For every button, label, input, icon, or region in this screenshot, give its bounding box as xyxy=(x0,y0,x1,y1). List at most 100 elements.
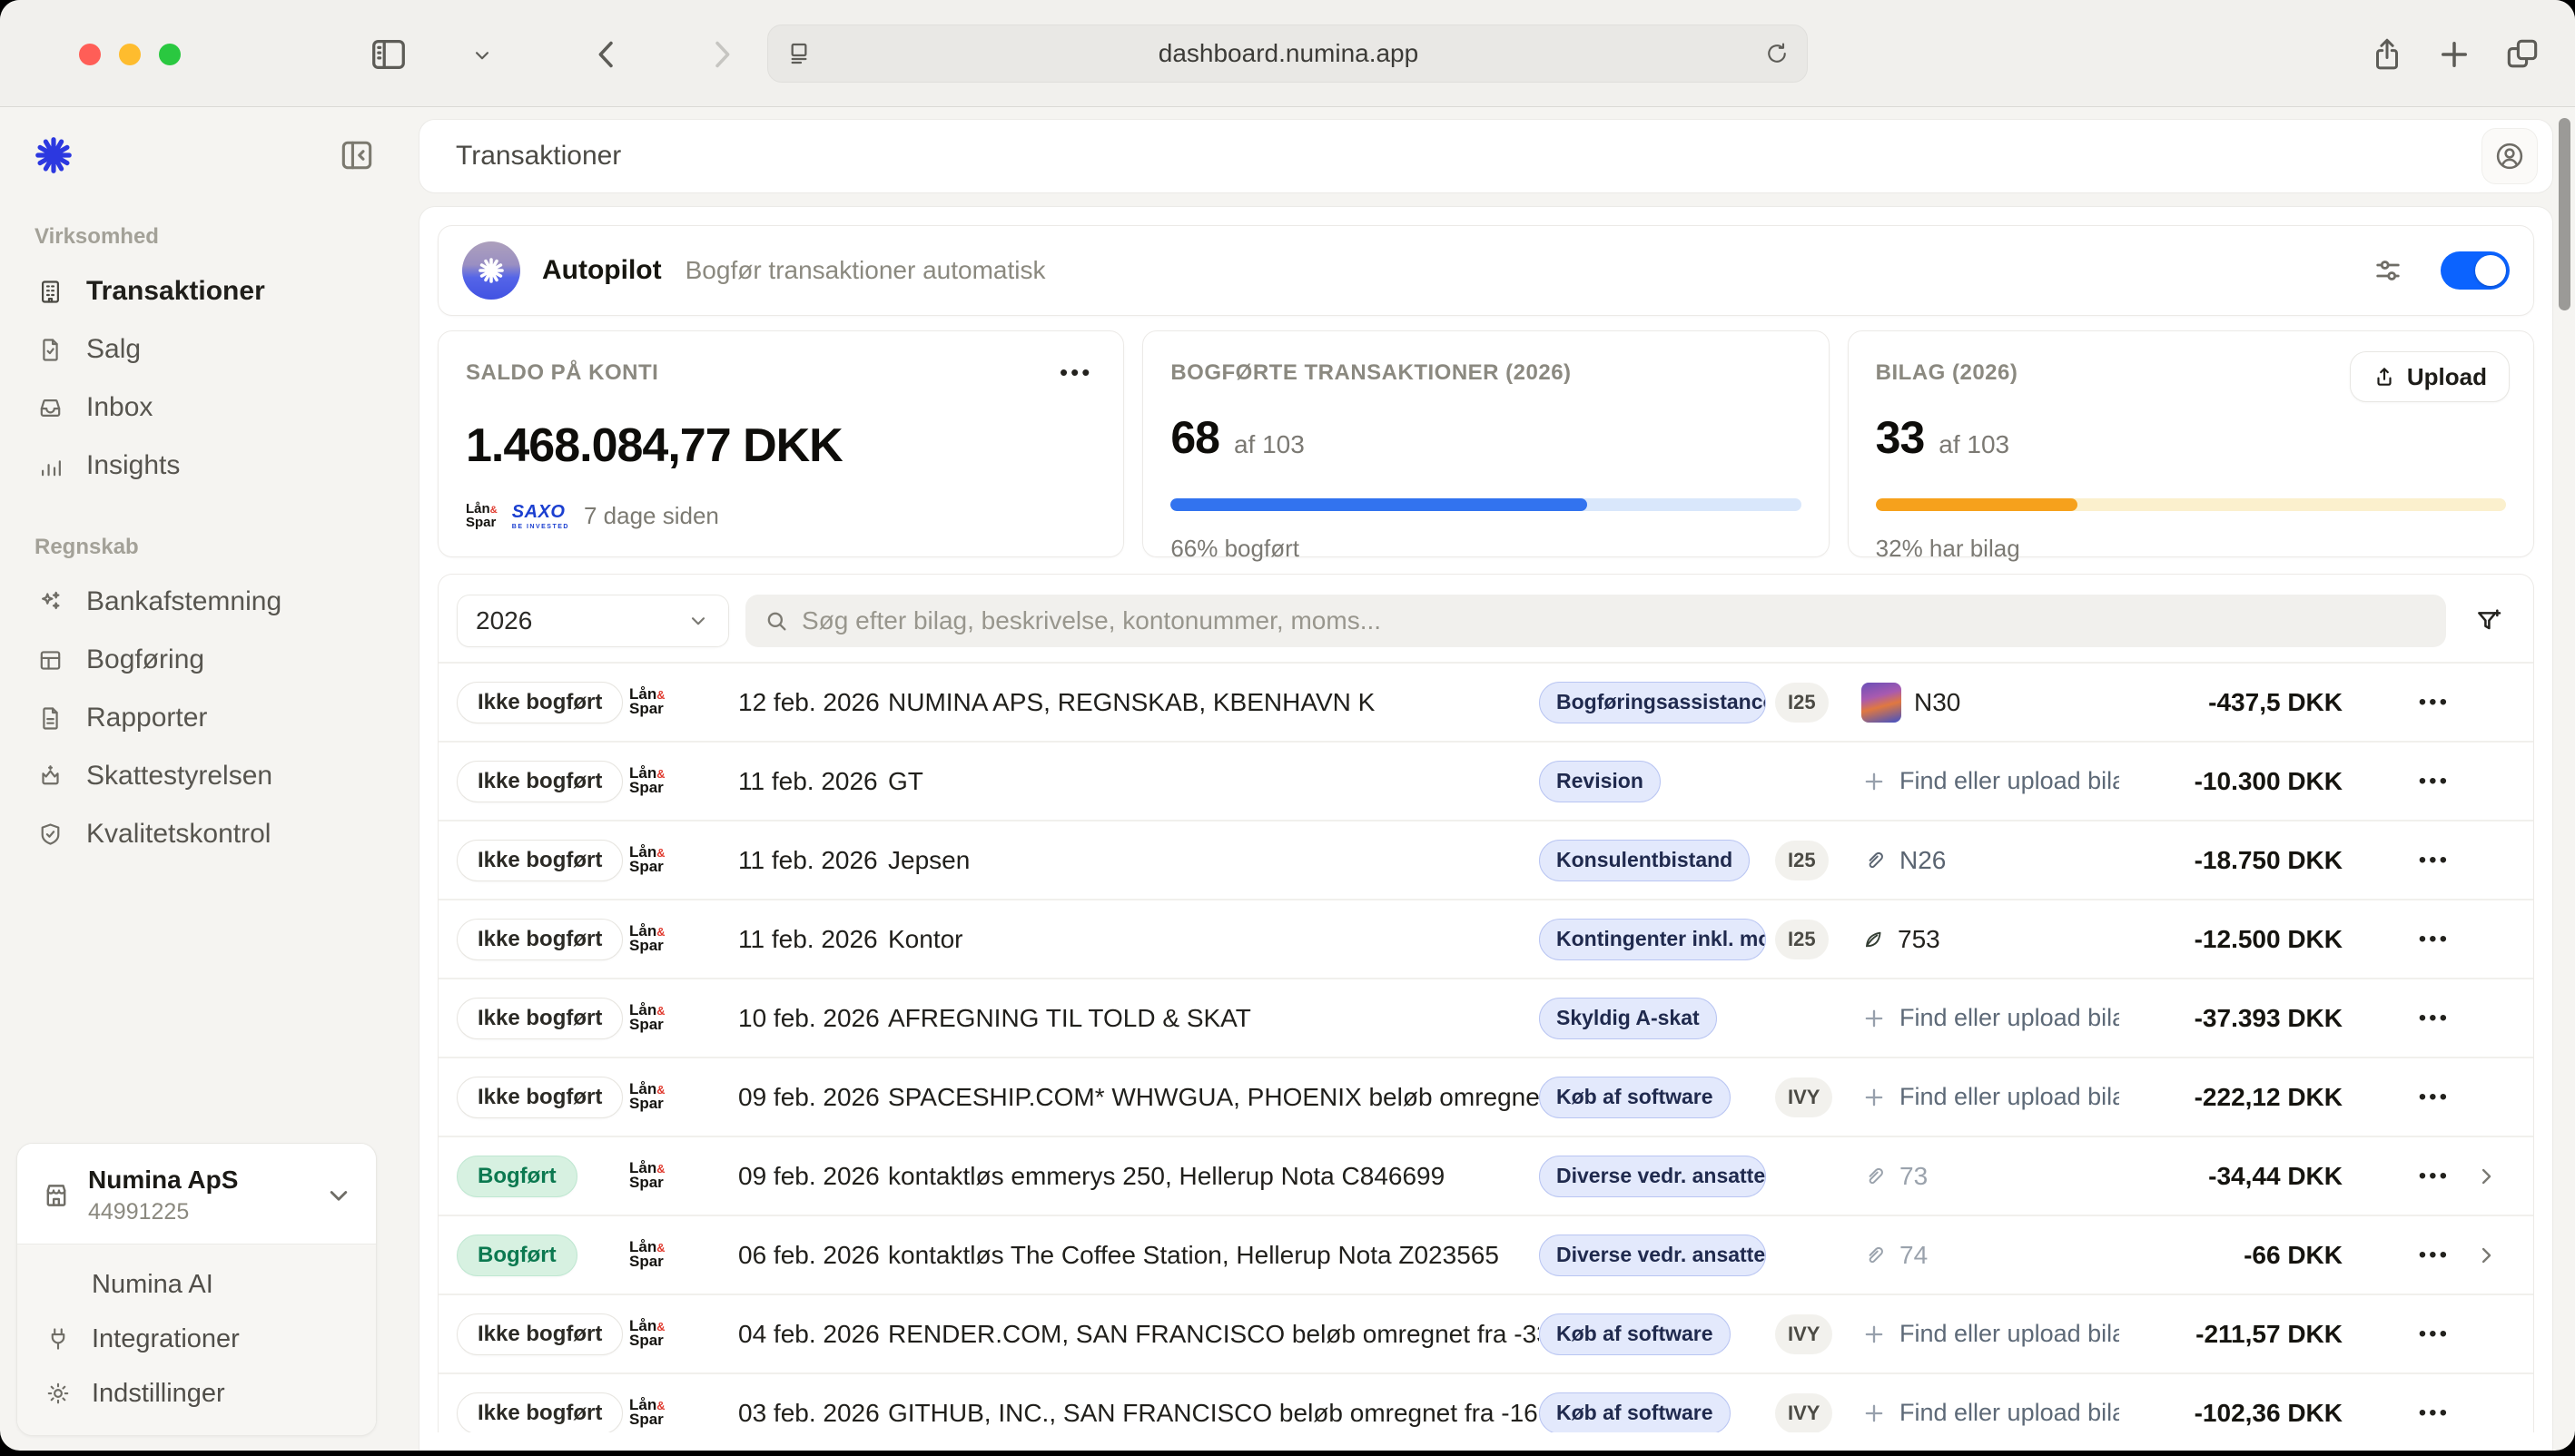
attachment-link[interactable]: 753 xyxy=(1898,925,1940,954)
chevron-right-icon[interactable] xyxy=(2473,1243,2499,1268)
row-description: GT xyxy=(888,767,1539,796)
sidebar-item-inbox[interactable]: Inbox xyxy=(0,379,413,437)
row-menu-button[interactable]: ••• xyxy=(2415,923,2453,956)
row-menu-button[interactable]: ••• xyxy=(2415,765,2453,798)
sidebar-item-salg[interactable]: Salg xyxy=(0,320,413,379)
sidebar-item-kvalitetskontrol[interactable]: Kvalitetskontrol xyxy=(0,805,413,863)
row-menu-button[interactable]: ••• xyxy=(2415,1397,2453,1430)
chevron-down-icon xyxy=(323,1180,354,1211)
bilag-cell: N26 xyxy=(1861,846,2134,875)
autopilot-avatar xyxy=(462,241,520,300)
table-row[interactable]: Ikke bogført Lån&Spar 11 feb. 2026 GT Re… xyxy=(439,741,2533,820)
table-row[interactable]: Ikke bogført Lån&Spar 03 feb. 2026 GITHU… xyxy=(439,1372,2533,1432)
close-window-button[interactable] xyxy=(79,44,101,65)
company-switcher[interactable]: Numina ApS 44991225 xyxy=(17,1144,376,1244)
row-menu-button[interactable]: ••• xyxy=(2415,1081,2453,1114)
filter-button[interactable] xyxy=(2462,595,2515,647)
sidebar-footer-item-indstillinger[interactable]: Indstillinger xyxy=(17,1366,376,1421)
back-button[interactable] xyxy=(588,33,625,76)
main-content: Transaktioner Autopilot Bogfør transakti… xyxy=(413,108,2575,1451)
row-menu-button[interactable]: ••• xyxy=(2415,1002,2453,1035)
plug-icon xyxy=(44,1325,72,1353)
bilag-cell: 74 xyxy=(1861,1241,2134,1270)
paperclip-icon xyxy=(1861,1164,1887,1189)
sidebar-item-bogforing[interactable]: Bogføring xyxy=(0,631,413,689)
row-menu-button[interactable]: ••• xyxy=(2415,1318,2453,1351)
bank-logo: Lån&Spar xyxy=(629,1398,665,1426)
upload-button[interactable]: Upload xyxy=(2350,351,2510,402)
url-field[interactable]: dashboard.numina.app xyxy=(767,25,1808,83)
browser-sidebar-toggle-icon[interactable] xyxy=(368,34,409,75)
booked-progress-bar xyxy=(1170,498,1801,511)
find-upload-link[interactable]: Find eller upload bilag xyxy=(1899,767,2119,795)
sidebar-section-label: Regnskab xyxy=(35,535,413,560)
row-date: 03 feb. 2026 xyxy=(738,1399,888,1428)
balance-updated-label: 7 dage siden xyxy=(584,502,719,530)
share-button[interactable] xyxy=(2368,33,2406,76)
row-menu-button[interactable]: ••• xyxy=(2415,1239,2453,1272)
category-badge: Skyldig A-skat xyxy=(1539,998,1717,1039)
find-upload-link[interactable]: Find eller upload bilag xyxy=(1899,1004,2119,1032)
sidebar-item-bankafstemning[interactable]: Bankafstemning xyxy=(0,573,413,631)
table-row[interactable]: Ikke bogført Lån&Spar 10 feb. 2026 AFREG… xyxy=(439,978,2533,1057)
row-date: 11 feb. 2026 xyxy=(738,925,888,954)
find-upload-link[interactable]: Find eller upload bilag xyxy=(1899,1083,2119,1111)
table-row[interactable]: Ikke bogført Lån&Spar 09 feb. 2026 SPACE… xyxy=(439,1057,2533,1136)
sidebar-item-transaktioner[interactable]: Transaktioner xyxy=(0,262,413,320)
window-controls xyxy=(79,44,181,65)
receipt-thumbnail[interactable] xyxy=(1861,683,1901,723)
attachment-link[interactable]: 73 xyxy=(1899,1162,1928,1191)
sidebar-footer-item-numina-ai[interactable]: Numina AI xyxy=(17,1257,376,1312)
bilag-label[interactable]: N30 xyxy=(1914,688,1960,717)
forward-button[interactable] xyxy=(704,33,740,76)
table-row[interactable]: Ikke bogført Lån&Spar 04 feb. 2026 RENDE… xyxy=(439,1294,2533,1372)
attachment-link[interactable]: N26 xyxy=(1899,846,1946,875)
table-row[interactable]: Ikke bogført Lån&Spar 12 feb. 2026 NUMIN… xyxy=(439,662,2533,741)
booked-count: 68 xyxy=(1170,411,1219,464)
table-row[interactable]: Bogført Lån&Spar 06 feb. 2026 kontaktløs… xyxy=(439,1215,2533,1294)
balance-card-title: SALDO PÅ KONTI xyxy=(466,360,1096,386)
find-upload-link[interactable]: Find eller upload bilag xyxy=(1899,1320,2119,1348)
zoom-window-button[interactable] xyxy=(159,44,181,65)
reload-icon[interactable] xyxy=(1763,40,1791,67)
scrollbar-thumb[interactable] xyxy=(2559,118,2570,310)
account-button[interactable] xyxy=(2481,128,2538,184)
attachments-progress-bar xyxy=(1876,498,2506,511)
card-menu-button[interactable]: ••• xyxy=(1056,355,1096,390)
sidebar-item-skattestyrelsen[interactable]: Skattestyrelsen xyxy=(0,747,413,805)
row-date: 12 feb. 2026 xyxy=(738,688,888,717)
sidebar-section: Regnskab Bankafstemning Bogføring Rappor… xyxy=(0,535,413,863)
row-menu-button[interactable]: ••• xyxy=(2415,844,2453,877)
search-input[interactable] xyxy=(802,606,2428,635)
row-description: Kontor xyxy=(888,925,1539,954)
bilag-cell: 753 xyxy=(1861,925,2134,954)
row-amount: -12.500 DKK xyxy=(2134,925,2343,954)
autopilot-settings-button[interactable] xyxy=(2372,254,2404,287)
attachment-link[interactable]: 74 xyxy=(1899,1241,1928,1270)
sidebar-section: Virksomhed Transaktioner Salg Inbox Insi… xyxy=(0,224,413,495)
sidebar-footer-item-integrationer[interactable]: Integrationer xyxy=(17,1312,376,1366)
search-icon xyxy=(764,608,789,634)
autopilot-toggle[interactable] xyxy=(2441,251,2510,290)
tabs-overview-button[interactable] xyxy=(2502,34,2542,74)
row-menu-button[interactable]: ••• xyxy=(2415,1160,2453,1193)
bank-logo: Lån&Spar xyxy=(629,1161,665,1189)
table-row[interactable]: Ikke bogført Lån&Spar 11 feb. 2026 Konto… xyxy=(439,899,2533,978)
new-tab-button[interactable] xyxy=(2435,34,2473,74)
bilag-cell: Find eller upload bilag xyxy=(1861,1083,2134,1111)
minimize-window-button[interactable] xyxy=(119,44,141,65)
chevron-down-icon[interactable] xyxy=(470,44,494,67)
find-upload-link[interactable]: Find eller upload bilag xyxy=(1899,1399,2119,1427)
collapse-sidebar-button[interactable] xyxy=(337,135,377,175)
table-row[interactable]: Bogført Lån&Spar 09 feb. 2026 kontaktløs… xyxy=(439,1136,2533,1215)
table-row[interactable]: Ikke bogført Lån&Spar 11 feb. 2026 Jepse… xyxy=(439,820,2533,899)
chevron-right-icon[interactable] xyxy=(2473,1164,2499,1189)
autopilot-title: Autopilot xyxy=(542,255,662,286)
row-date: 06 feb. 2026 xyxy=(738,1241,888,1270)
row-menu-button[interactable]: ••• xyxy=(2415,686,2453,719)
sidebar-item-insights[interactable]: Insights xyxy=(0,437,413,495)
year-select[interactable]: 2026 xyxy=(457,595,729,647)
sidebar-item-rapporter[interactable]: Rapporter xyxy=(0,689,413,747)
inbox-icon xyxy=(36,394,64,422)
booked-transactions-card: BOGFØRTE TRANSAKTIONER (2026) 68 af 103 … xyxy=(1142,330,1829,557)
